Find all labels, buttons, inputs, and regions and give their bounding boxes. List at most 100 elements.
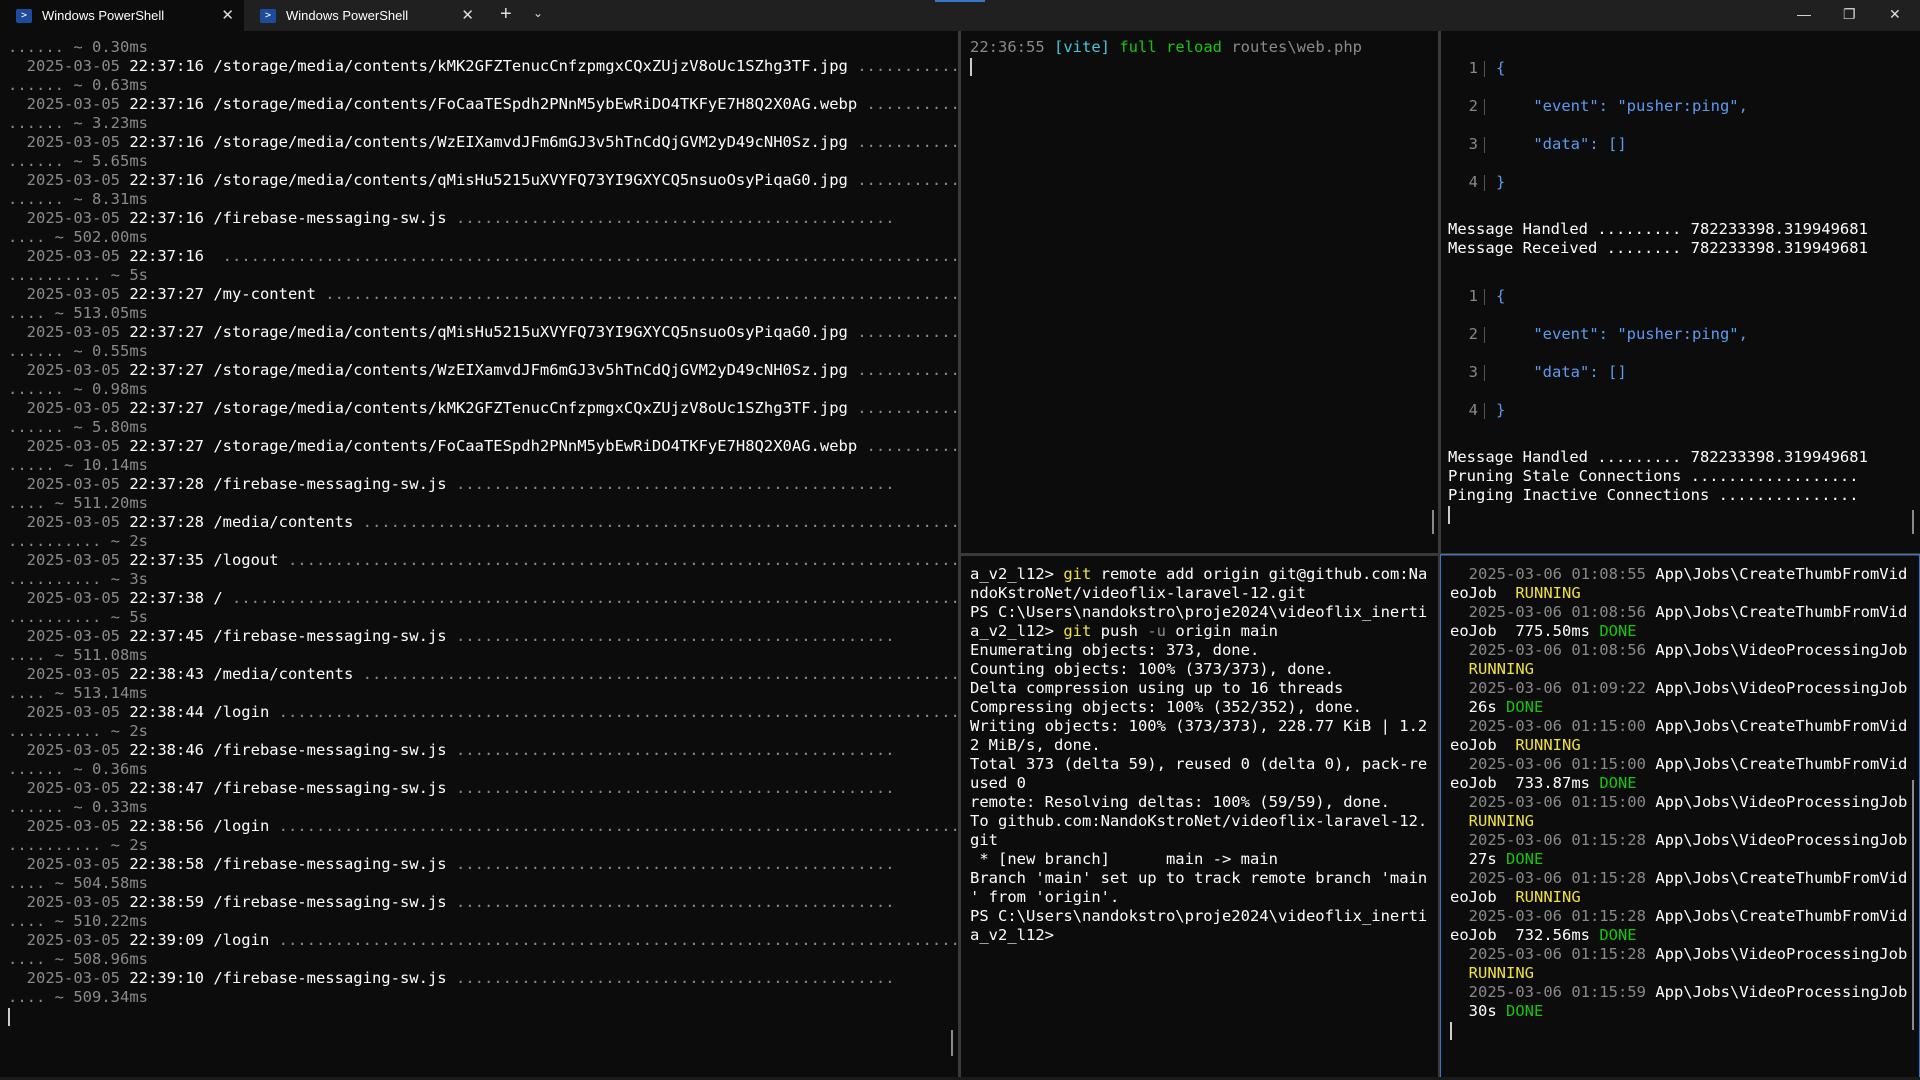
- window-close-icon[interactable]: ✕: [1889, 6, 1901, 23]
- log-time: 22:37:16: [129, 95, 204, 113]
- log-line: .......... ~ 2s: [8, 722, 958, 741]
- log-dots: ........................................…: [353, 665, 958, 683]
- log-dots: ........................................…: [446, 855, 895, 873]
- git-text: PS C:\Users\nandokstro\proje2024\videofl…: [970, 603, 1428, 621]
- log-time: 22:38:56: [129, 817, 204, 835]
- log-line: ..... ~ 10.14ms: [8, 456, 958, 475]
- terminal-pane-git[interactable]: a_v2_l12> git remote add origin git@gith…: [970, 565, 1430, 1075]
- log-line: .... ~ 511.08ms: [8, 646, 958, 665]
- job-line: 26s DONE: [1450, 698, 1912, 717]
- log-dots: ........................................…: [269, 817, 958, 835]
- log-path: [204, 247, 213, 265]
- line-number: 2: [1468, 97, 1478, 115]
- pane-splitter[interactable]: [1438, 31, 1441, 553]
- log-line: .... ~ 504.58ms: [8, 874, 958, 893]
- job-text: 2025-03-06 01:09:22: [1450, 679, 1656, 697]
- job-text: [1450, 660, 1469, 678]
- terminal-pane-queue[interactable]: 2025-03-06 01:08:55 App\Jobs\CreateThumb…: [1450, 565, 1912, 1075]
- log-line: .... ~ 510.22ms: [8, 912, 958, 931]
- git-text: Delta compression using up to 16 threads: [970, 679, 1344, 697]
- job-text: eoJob 775.50ms: [1450, 622, 1600, 640]
- tab-powershell-2[interactable]: > Windows PowerShell ✕: [244, 0, 484, 31]
- log-path: /firebase-messaging-sw.js: [203, 969, 447, 987]
- job-class: App\Jobs\CreateThumbFromVid: [1655, 565, 1908, 583]
- log-duration: .......... ~ 5s: [8, 266, 148, 284]
- plus-icon[interactable]: +: [500, 3, 512, 26]
- log-line: .... ~ 509.34ms: [8, 988, 958, 1007]
- log-date: 2025-03-05: [8, 703, 130, 721]
- log-time: 22:37:16: [129, 171, 204, 189]
- close-icon[interactable]: ✕: [221, 6, 234, 24]
- git-text: a_v2_l12>: [970, 926, 1054, 944]
- log-line: ...... ~ 0.98ms: [8, 380, 958, 399]
- log-dots: ........................................…: [446, 209, 895, 227]
- log-line: .......... ~ 2s: [8, 836, 958, 855]
- json-line: 2 "event": "pusher:ping",: [1448, 315, 1918, 353]
- log-line: 2025-03-05 22:37:16 /storage/media/conte…: [8, 133, 958, 152]
- log-line: 2025-03-05 22:37:16 /storage/media/conte…: [8, 95, 958, 114]
- log-duration: .... ~ 504.58ms: [8, 874, 148, 892]
- log-dots: ..........: [857, 95, 958, 113]
- log-dots: ........................................…: [446, 969, 895, 987]
- restore-icon[interactable]: ❐: [1843, 6, 1856, 23]
- message-line: Message Handled ......... 782233398.3199…: [1448, 220, 1918, 239]
- log-time: 22:37:35: [129, 551, 204, 569]
- log-date: 2025-03-05: [8, 57, 130, 75]
- log-time: 22:37:28: [129, 513, 204, 531]
- json-code: "event": "pusher:ping",: [1496, 97, 1748, 115]
- git-text: used 0: [970, 774, 1026, 792]
- chevron-down-icon[interactable]: ⌄: [533, 6, 543, 20]
- job-text: eoJob 732.56ms: [1450, 926, 1600, 944]
- log-dots: ...........: [847, 171, 958, 189]
- log-dots: ...........: [847, 57, 958, 75]
- job-line: 2025-03-06 01:15:28 App\Jobs\CreateThumb…: [1450, 907, 1912, 926]
- git-command: git: [1063, 622, 1092, 640]
- log-line: 2025-03-05 22:38:44 /login .............…: [8, 703, 958, 722]
- log-duration: .... ~ 511.08ms: [8, 646, 148, 664]
- log-time: 22:37:27: [129, 399, 204, 417]
- terminal-pane-reverb[interactable]: 1{2 "event": "pusher:ping", 3 "data": [] 4…: [1448, 49, 1918, 549]
- line-number: 4: [1468, 173, 1478, 191]
- log-date: 2025-03-05: [8, 437, 130, 455]
- log-time: 22:37:38: [129, 589, 204, 607]
- cursor: [8, 1007, 10, 1026]
- log-date: 2025-03-05: [8, 627, 130, 645]
- tab-powershell-1[interactable]: > Windows PowerShell ✕: [0, 0, 244, 31]
- log-date: 2025-03-05: [8, 855, 130, 873]
- log-time: 22:37:16: [129, 133, 204, 151]
- scrollbar[interactable]: [951, 1030, 953, 1056]
- json-line: 3 "data": []: [1448, 353, 1918, 391]
- log-line: 2025-03-05 22:37:28 /firebase-messaging-…: [8, 475, 958, 494]
- log-date: 2025-03-05: [8, 133, 130, 151]
- scrollbar[interactable]: [1432, 510, 1434, 534]
- git-flag: -u: [1147, 622, 1166, 640]
- git-text: Total 373 (delta 59), reused 0 (delta 0)…: [970, 755, 1428, 773]
- git-line: remote: Resolving deltas: 100% (59/59), …: [970, 793, 1430, 812]
- job-text: 2025-03-06 01:15:00: [1450, 755, 1656, 773]
- log-line: 2025-03-05 22:37:16 /firebase-messaging-…: [8, 209, 958, 228]
- log-duration: ...... ~ 8.31ms: [8, 190, 148, 208]
- log-line: .......... ~ 3s: [8, 570, 958, 589]
- scrollbar[interactable]: [1912, 780, 1914, 1030]
- git-text: a_v2_l12>: [970, 565, 1064, 583]
- log-duration: ...... ~ 0.33ms: [8, 798, 148, 816]
- log-duration: ...... ~ 0.63ms: [8, 76, 148, 94]
- log-line: ...... ~ 0.55ms: [8, 342, 958, 361]
- job-line: 27s DONE: [1450, 850, 1912, 869]
- job-line: 2025-03-06 01:15:00 App\Jobs\CreateThumb…: [1450, 717, 1912, 736]
- minimize-icon[interactable]: —: [1797, 6, 1811, 22]
- log-date: 2025-03-05: [8, 741, 130, 759]
- gutter-bar: [1484, 289, 1485, 305]
- log-line: .... ~ 513.05ms: [8, 304, 958, 323]
- terminal-pane-server-log[interactable]: ...... ~ 0.30ms 2025-03-05 22:37:16 /sto…: [8, 38, 958, 1078]
- gutter-bar: [1484, 175, 1485, 191]
- cursor: [1450, 1021, 1452, 1040]
- log-date: 2025-03-05: [8, 893, 130, 911]
- log-line: .... ~ 502.00ms: [8, 228, 958, 247]
- terminal-pane-vite[interactable]: 22:36:55 [vite] full reload routes\web.p…: [970, 38, 1430, 548]
- log-line: 2025-03-05 22:37:16 ....................…: [8, 247, 958, 266]
- json-code: "data": []: [1496, 135, 1627, 153]
- close-icon[interactable]: ✕: [461, 6, 474, 24]
- message-text: Pinging Inactive Connections ...........…: [1448, 486, 1859, 504]
- scrollbar[interactable]: [1912, 510, 1914, 534]
